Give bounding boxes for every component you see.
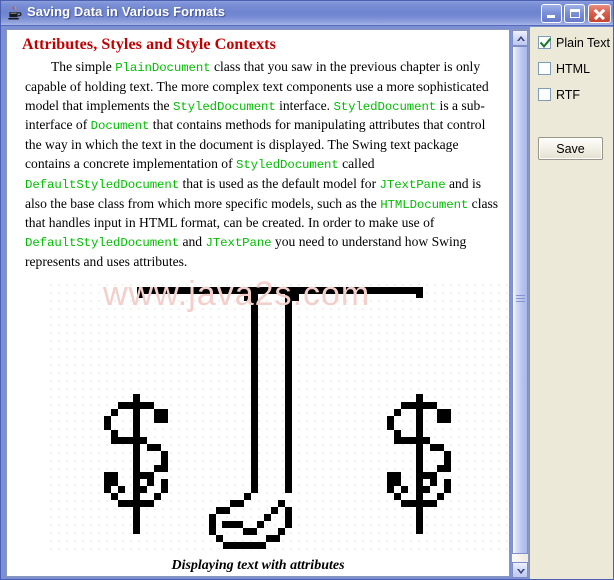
document-scroll-pane[interactable]: Attributes, Styles and Style Contexts Th…	[6, 29, 510, 577]
save-button[interactable]: Save	[538, 137, 603, 160]
maximize-button[interactable]	[564, 4, 585, 23]
code-term: StyledDocument	[173, 99, 276, 114]
application-window: Saving Data in Various Formats Attribute…	[0, 0, 614, 580]
code-term: JTextPane	[205, 236, 272, 251]
scroll-down-button[interactable]	[512, 562, 528, 578]
window-content: Attributes, Styles and Style Contexts Th…	[2, 27, 613, 579]
code-term: DefaultStyledDocument	[25, 177, 180, 192]
window-title: Saving Data in Various Formats	[27, 4, 226, 19]
body-text-run: The simple	[51, 59, 116, 74]
minimize-button[interactable]	[541, 4, 562, 23]
checkbox-label-plain-text: Plain Text	[556, 35, 610, 50]
body-text-run: interface.	[275, 97, 334, 113]
document-heading: Attributes, Styles and Style Contexts	[22, 36, 276, 53]
chevron-down-icon	[517, 569, 525, 574]
options-panel: Plain Text HTML RTF Save	[530, 27, 613, 579]
maximize-icon	[570, 9, 580, 18]
checkbox-box-html[interactable]	[538, 62, 551, 75]
rendered-glyphs	[104, 287, 451, 549]
checkbox-label-rtf: RTF	[556, 87, 581, 102]
chevron-up-icon	[517, 36, 525, 41]
code-term: DefaultStyledDocument	[25, 236, 180, 251]
checkmark-icon	[540, 38, 551, 49]
close-button[interactable]	[588, 4, 611, 23]
title-bar[interactable]: Saving Data in Various Formats	[1, 1, 613, 26]
checkbox-box-rtf[interactable]	[538, 88, 551, 101]
minimize-icon	[547, 15, 555, 18]
checkbox-html[interactable]: HTML	[538, 60, 590, 77]
body-text-run: and	[179, 234, 206, 250]
code-term: PlainDocument	[115, 61, 211, 75]
body-text-run: called	[338, 155, 375, 171]
code-term: StyledDocument	[333, 99, 437, 114]
scrollbar-thumb[interactable]	[512, 46, 528, 554]
checkbox-plain-text[interactable]: Plain Text	[538, 34, 610, 51]
figure-image: www.java2s.com	[45, 279, 509, 555]
code-term: JTextPane	[379, 177, 446, 192]
code-term: Document	[90, 119, 150, 134]
text-pane[interactable]: Attributes, Styles and Style Contexts Th…	[7, 30, 509, 576]
checkbox-label-html: HTML	[556, 61, 591, 76]
figure-caption: Displaying text with attributes	[171, 558, 345, 573]
java-coffee-cup-icon	[6, 5, 23, 22]
close-icon	[589, 5, 610, 22]
code-term: StyledDocument	[236, 157, 339, 172]
checkbox-box-plain-text[interactable]	[538, 36, 551, 49]
scroll-up-button[interactable]	[512, 30, 528, 46]
checkbox-rtf[interactable]: RTF	[538, 86, 580, 103]
scrollbar-grip	[516, 295, 525, 305]
document-paragraph: The simple PlainDocument class that you …	[25, 58, 503, 272]
body-text-run: that is used as the default model for	[179, 175, 380, 191]
vertical-scrollbar[interactable]	[511, 29, 529, 578]
code-term: HTMLDocument	[380, 197, 469, 212]
